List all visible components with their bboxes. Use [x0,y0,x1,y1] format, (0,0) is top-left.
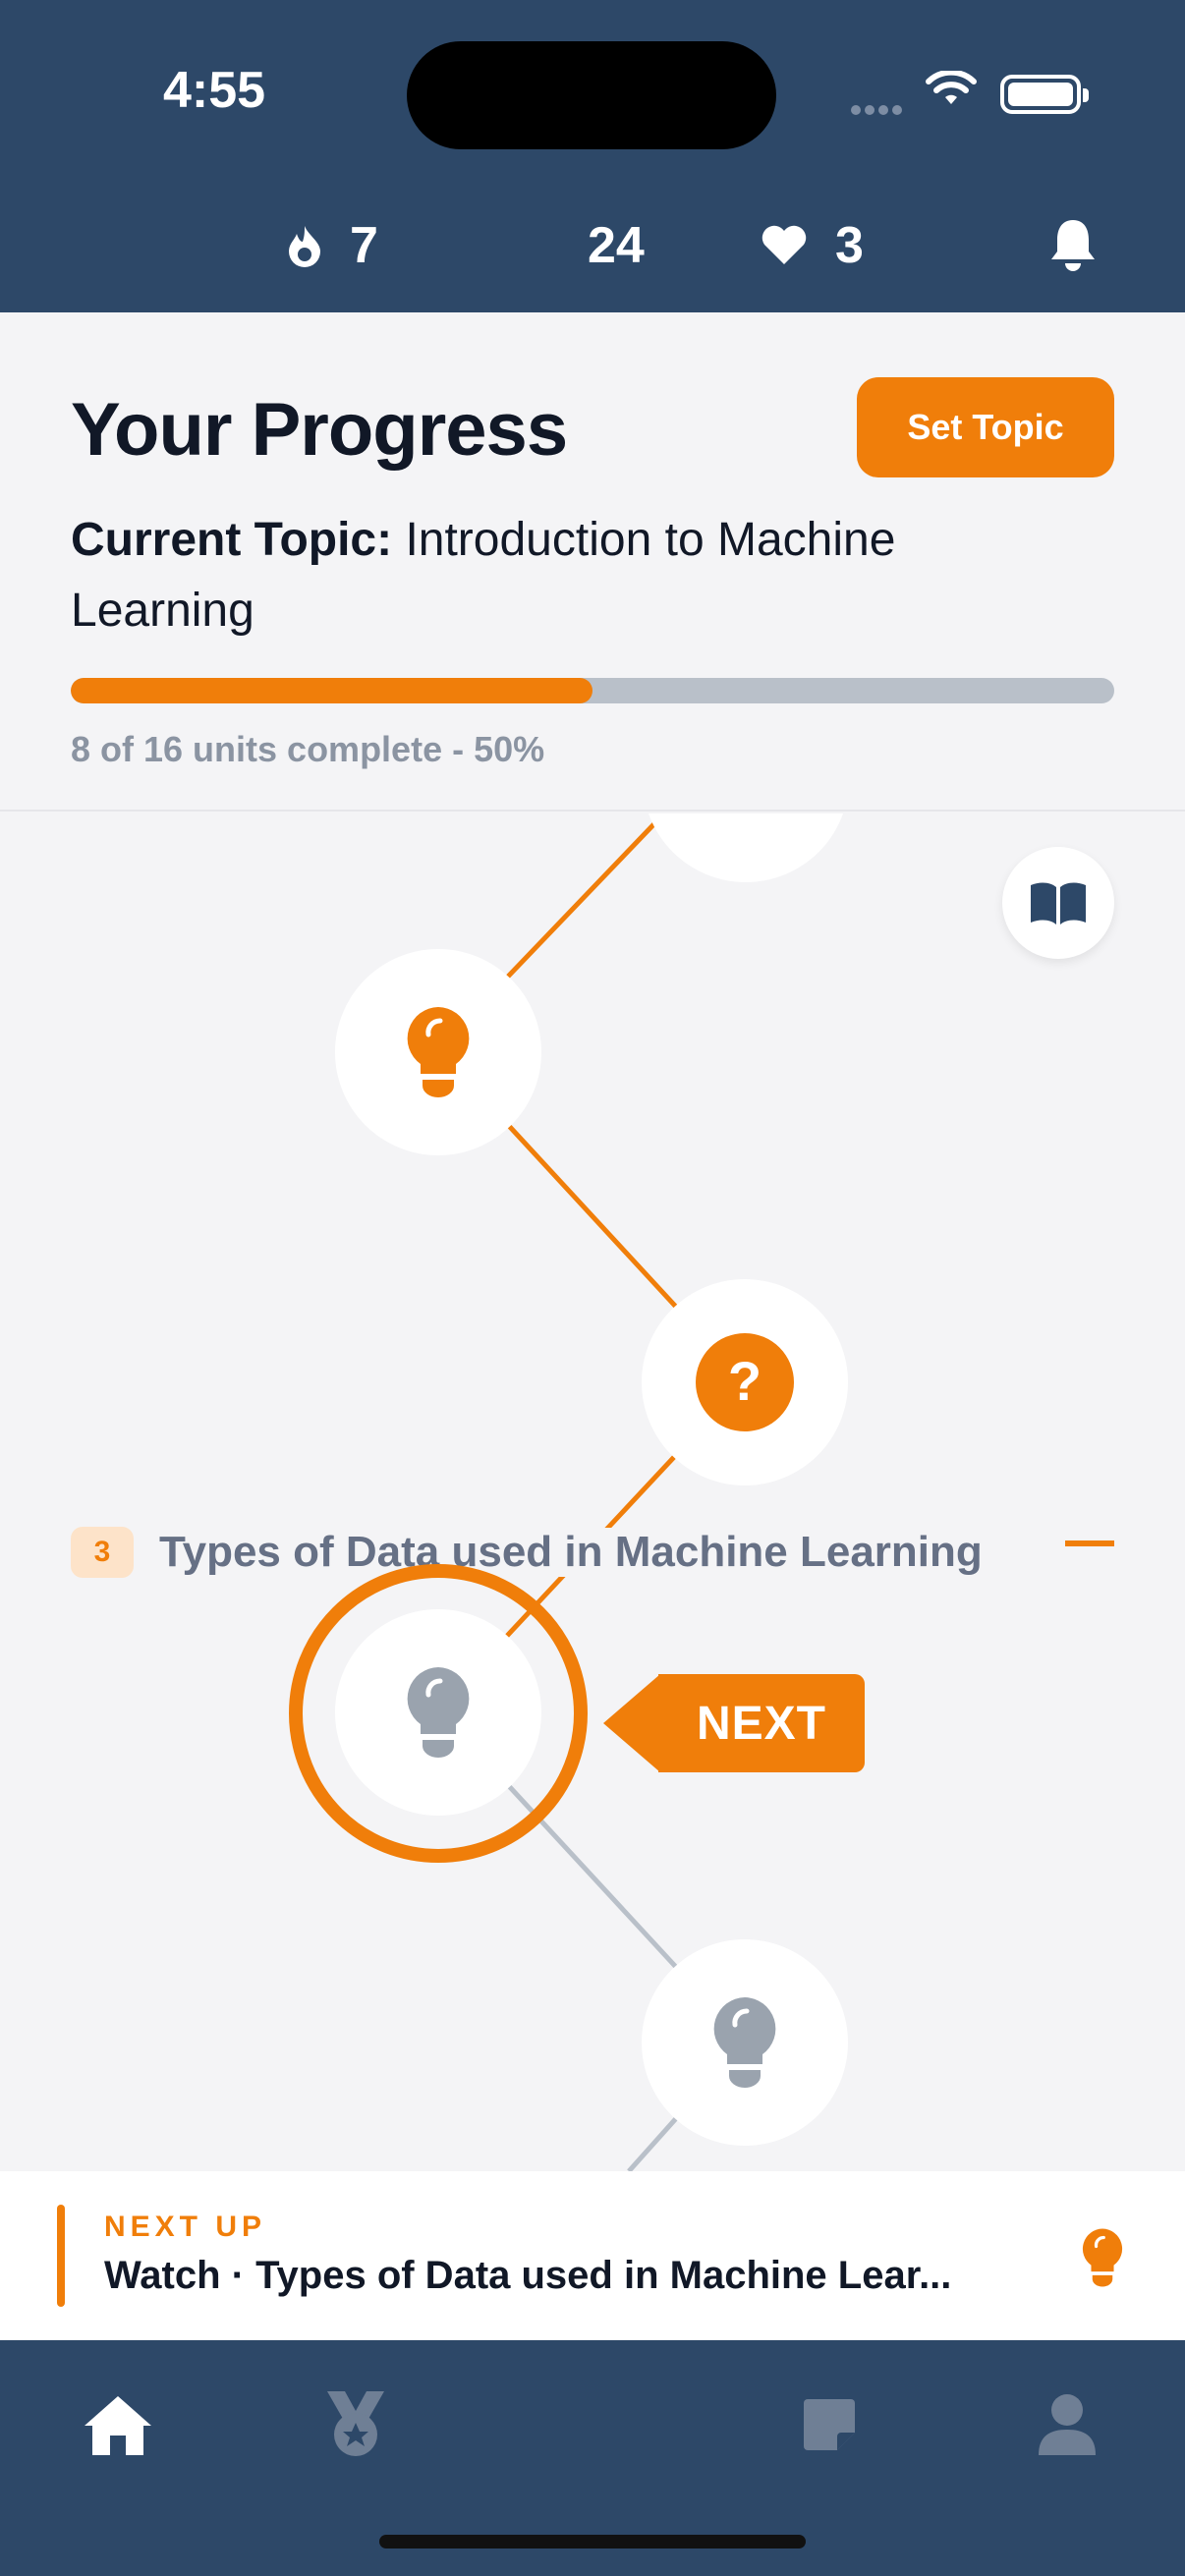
streak-count: 7 [350,217,378,274]
status-time: 4:55 [163,62,266,119]
dynamic-island [407,41,776,149]
medal-icon [327,2391,384,2456]
section-title: Types of Data used in Machine Learning [159,1528,1002,1577]
top-header: 4:55 7 24 3 [0,0,1185,312]
battery-icon [1000,75,1089,114]
next-up-accent [57,2205,65,2307]
lightbulb-icon [407,1007,470,1097]
tab-home[interactable] [69,2376,167,2474]
lightbulb-icon [713,1997,776,2088]
learning-path: ? 3 Types of Data used in Machine Learni… [0,813,1185,2171]
tab-notes[interactable] [780,2376,878,2474]
lightbulb-icon [407,1667,470,1758]
units-complete-text: 8 of 16 units complete - 50% [71,729,545,769]
flame-icon [289,226,320,267]
next-up-text: Watch · Types of Data used in Machine Le… [104,2254,952,2297]
notes-icon [804,2399,855,2450]
lives-count: 3 [835,217,864,274]
heart-icon [762,225,807,264]
quiz-node-completed[interactable]: ? [642,1279,848,1485]
progress-card: Your Progress Set Topic Current Topic: I… [0,312,1185,812]
next-badge-label: NEXT [658,1674,865,1772]
section-divider [1065,1540,1114,1546]
section-number: 3 [71,1527,134,1578]
lesson-node-completed[interactable] [335,949,541,1155]
bell-icon[interactable] [1047,216,1099,273]
set-topic-button[interactable]: Set Topic [857,377,1114,477]
profile-icon [1039,2394,1096,2455]
next-badge-arrow [603,1674,660,1772]
current-topic: Current Topic: Introduction to Machine L… [71,505,1053,646]
lesson-node-current[interactable] [335,1609,541,1816]
next-up-card[interactable]: NEXT UP Watch · Types of Data used in Ma… [0,2171,1185,2340]
xp-stat[interactable]: 24 [588,216,645,275]
svg-text:?: ? [728,1350,762,1412]
home-indicator [379,2535,806,2548]
wifi-icon [926,71,977,104]
current-topic-label: Current Topic: [71,514,393,566]
home-icon [85,2396,151,2455]
tab-achievements[interactable] [307,2376,405,2474]
lightbulb-icon [1082,2228,1123,2287]
cellular-signal-icon [851,102,906,120]
progress-bar-fill [71,678,592,703]
question-icon: ? [696,1333,794,1431]
lives-stat[interactable]: 3 [761,216,864,275]
lesson-node-locked[interactable] [642,1939,848,2146]
book-icon [1031,882,1086,924]
tab-profile[interactable] [1018,2376,1116,2474]
path-connectors [436,813,747,2171]
progress-bar [71,678,1114,703]
page-title: Your Progress [71,388,568,472]
section-header: 3 Types of Data used in Machine Learning [71,1523,1002,1582]
next-up-kicker: NEXT UP [104,2211,267,2243]
xp-count: 24 [588,217,645,274]
streak-stat[interactable]: 7 [287,216,378,275]
book-button[interactable] [1002,847,1114,959]
